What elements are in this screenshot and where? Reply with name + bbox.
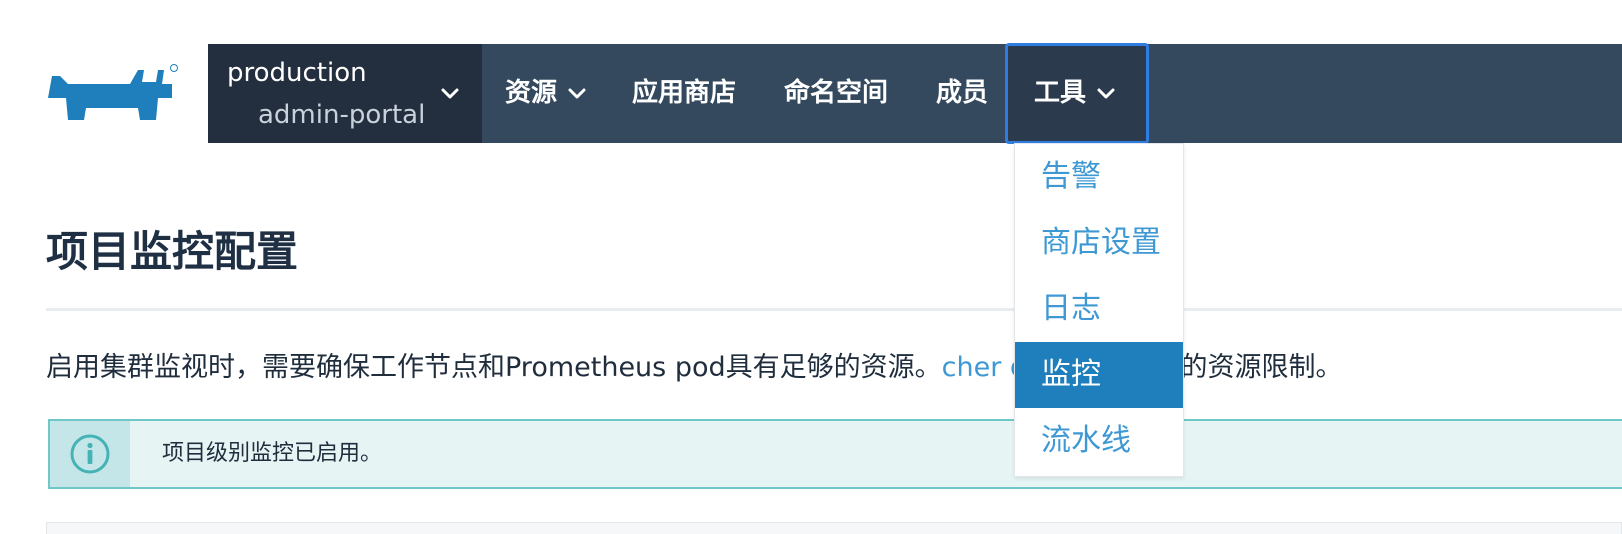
nav-resources[interactable]: 资源	[505, 44, 587, 143]
description-before: 启用集群监视时，需要确保工作节点和Prometheus pod具有足够的资源。	[46, 352, 942, 383]
scope-switcher[interactable]: production admin-portal	[208, 44, 482, 143]
menu-item-monitoring[interactable]: 监控	[1015, 342, 1183, 408]
info-banner: 项目级别监控已启用。	[48, 419, 1622, 489]
nav-catalog-label: 应用商店	[632, 78, 737, 108]
menu-item-pipeline[interactable]: 流水线	[1015, 408, 1183, 474]
info-icon-box	[50, 421, 130, 487]
chevron-down-icon	[568, 88, 586, 98]
info-icon	[70, 434, 110, 474]
nav-tools-label: 工具	[1034, 78, 1087, 108]
tools-dropdown-menu: 告警 商店设置 日志 监控 流水线	[1014, 143, 1184, 477]
menu-item-alerts[interactable]: 告警	[1015, 144, 1183, 210]
nav-members[interactable]: 成员	[936, 44, 988, 143]
cluster-name: production	[227, 58, 367, 88]
chevron-down-icon	[1097, 88, 1115, 98]
project-name: admin-portal	[258, 100, 426, 130]
nav-members-label: 成员	[936, 78, 989, 108]
chevron-down-icon	[441, 88, 459, 99]
info-banner-message: 项目级别监控已启用。	[162, 441, 383, 466]
page-title: 项目监控配置	[46, 227, 299, 276]
nav-catalog[interactable]: 应用商店	[632, 44, 736, 143]
menu-item-logging[interactable]: 日志	[1015, 276, 1183, 342]
nav-tools[interactable]: 工具	[1005, 43, 1149, 144]
nav-namespaces-label: 命名空间	[784, 78, 889, 108]
divider	[46, 308, 1622, 311]
menu-item-catalog-settings[interactable]: 商店设置	[1015, 210, 1183, 276]
rancher-logo[interactable]	[46, 62, 180, 124]
nav-namespaces[interactable]: 命名空间	[784, 44, 888, 143]
config-panel	[46, 522, 1622, 534]
description-text: 启用集群监视时，需要确保工作节点和Prometheus pod具有足够的资源。c…	[46, 348, 1622, 388]
page: production admin-portal 资源 应用商店 命名空间 成员 …	[0, 0, 1622, 534]
nav-resources-label: 资源	[505, 78, 558, 108]
